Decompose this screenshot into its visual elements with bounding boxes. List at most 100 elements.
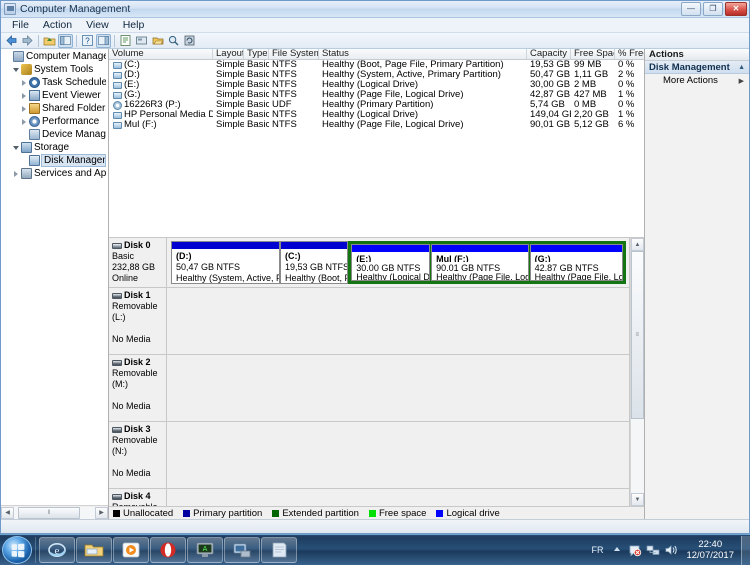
scroll-down-arrow-icon[interactable]: ▼: [631, 493, 644, 506]
volume-cell-capacity: 42,87 GB: [530, 90, 571, 100]
tree-expander-closed-icon[interactable]: [19, 77, 29, 89]
volume-row[interactable]: 16226R3 (P:) Simple Basic UDF Healthy (Prima…: [109, 100, 644, 110]
disk-info-panel[interactable]: Disk 0 Basic 232,88 GB Online: [109, 238, 167, 287]
disk-row[interactable]: Disk 0 Basic 232,88 GB Online (D:) 50,47 GB N…: [109, 238, 629, 288]
volume-cell-name: 16226R3 (P:): [109, 100, 213, 110]
close-button[interactable]: ✕: [725, 2, 747, 16]
tree-item-task-scheduler[interactable]: Task Scheduler: [1, 76, 108, 89]
disk-info-panel[interactable]: Disk 3 Removable (N:) No Media: [109, 422, 167, 488]
tree-horizontal-scrollbar[interactable]: ◀ ‖ ▶: [1, 505, 108, 519]
actions-group-disk-management[interactable]: Disk Management ▲: [645, 61, 749, 74]
back-icon[interactable]: [4, 34, 19, 48]
clock[interactable]: 22:40 12/07/2017: [686, 539, 734, 561]
partition-block[interactable]: (C:)19,53 GB NTFSHealthy (Boot, Page Fil…: [279, 241, 349, 284]
partition-block[interactable]: (E:)30,00 GB NTFSHealthy (Logical Drive): [351, 244, 431, 281]
tree-item-device-manager[interactable]: Device Manager: [1, 128, 108, 141]
tree-item-storage[interactable]: Storage: [1, 141, 108, 154]
disk-row[interactable]: Disk 2 Removable (M:) No Media: [109, 355, 629, 422]
menu-view[interactable]: View: [79, 18, 116, 32]
tree-expander-closed-icon[interactable]: [19, 116, 29, 128]
scroll-right-arrow-icon[interactable]: ▶: [95, 506, 108, 519]
partition-block[interactable]: (D:) 50,47 GB NTFS Healthy (System, Active…: [171, 241, 280, 284]
tree-item-computer-management-local[interactable]: Computer Management (Local: [1, 50, 108, 63]
taskbar-button-windows-explorer[interactable]: [76, 537, 112, 563]
maximize-button[interactable]: ❐: [703, 2, 723, 16]
disk-scroll-thumb[interactable]: ≡: [631, 251, 644, 419]
volume-row[interactable]: (G:) Simple Basic NTFS Healthy (Page File, L…: [109, 90, 644, 100]
volume-column-header-capacity[interactable]: Capacity: [527, 49, 571, 59]
zoom-icon[interactable]: [166, 34, 181, 48]
tree-item-event-viewer[interactable]: Event Viewer: [1, 89, 108, 102]
tree-expander-open-icon[interactable]: [11, 142, 21, 154]
volume-row[interactable]: (D:) Simple Basic NTFS Healthy (System, Acti…: [109, 70, 644, 80]
disk-row[interactable]: Disk 4Removable (O:)No Media: [109, 489, 629, 506]
disk-info-panel[interactable]: Disk 2 Removable (M:) No Media: [109, 355, 167, 421]
scroll-left-arrow-icon[interactable]: ◀: [1, 506, 14, 519]
partition-block[interactable]: Mul (F:) 90,01 GB NTFS Healthy (Page File,…: [431, 244, 529, 281]
tree-expander-closed-icon[interactable]: [19, 103, 29, 115]
tree-item-system-tools[interactable]: System Tools: [1, 63, 108, 76]
language-indicator[interactable]: FR: [591, 545, 603, 555]
volume-column-header-free-space[interactable]: Free Space: [571, 49, 615, 59]
menu-file[interactable]: File: [5, 18, 36, 32]
disk-view-vertical-scrollbar[interactable]: ▲ ≡ ▼: [630, 238, 644, 506]
taskbar-button-opera-browser[interactable]: [150, 537, 186, 563]
taskbar-button-internet-explorer[interactable]: e: [39, 537, 75, 563]
show-hide-console-tree-icon[interactable]: [58, 33, 73, 48]
volume-column-header-volume[interactable]: Volume: [109, 49, 213, 59]
volume-column-header-type[interactable]: Type: [244, 49, 269, 59]
show-hide-action-pane-icon[interactable]: [96, 33, 111, 48]
volume-row[interactable]: (E:) Simple Basic NTFS Healthy (Logical Driv…: [109, 80, 644, 90]
tree-scroll-track[interactable]: ‖: [14, 506, 95, 519]
taskbar-button-media-player[interactable]: [113, 537, 149, 563]
rescan-disks-icon[interactable]: [134, 34, 149, 48]
disk-row[interactable]: Disk 1 Removable (L:) No Media: [109, 288, 629, 355]
tree-item-performance[interactable]: Performance: [1, 115, 108, 128]
forward-icon[interactable]: [20, 34, 35, 48]
extended-partition-group[interactable]: (E:)30,00 GB NTFSHealthy (Logical Drive)…: [348, 241, 626, 284]
partition-block[interactable]: (G:)42,87 GB NTFSHealthy (Page File, Log…: [529, 244, 623, 281]
scroll-up-arrow-icon[interactable]: ▲: [631, 238, 644, 251]
refresh-icon[interactable]: [182, 34, 197, 48]
volume-column-header--free[interactable]: % Free: [615, 49, 644, 59]
collapse-chevron-icon[interactable]: ▲: [738, 64, 745, 71]
network-icon[interactable]: [646, 543, 660, 557]
partition-size: 30,00 GB NTFS: [356, 263, 421, 271]
start-button[interactable]: [2, 536, 32, 564]
tree-item-shared-folders[interactable]: Shared Folders: [1, 102, 108, 115]
menu-action[interactable]: Action: [36, 18, 79, 32]
volume-list[interactable]: Volume Layout Type File System Status Capacit…: [109, 49, 644, 238]
tree-item-disk-management[interactable]: Disk Management: [1, 154, 108, 167]
volume-row[interactable]: Mul (F:) Simple Basic NTFS Healthy (Page Fil…: [109, 120, 644, 130]
action-center-icon[interactable]: [628, 543, 642, 557]
disk-scroll-track[interactable]: ≡: [631, 251, 644, 493]
tree-item-services-and-applications[interactable]: Services and Applications: [1, 167, 108, 180]
taskbar-button-monitor-app[interactable]: A: [187, 537, 223, 563]
volume-column-header-status[interactable]: Status: [319, 49, 527, 59]
disk-info-panel[interactable]: Disk 4Removable (O:)No Media: [109, 489, 167, 506]
show-hidden-icons-icon[interactable]: [610, 543, 624, 557]
window-titlebar[interactable]: Computer Management — ❐ ✕: [1, 1, 749, 18]
volume-icon[interactable]: [664, 543, 678, 557]
tree-expander-open-icon[interactable]: [11, 64, 21, 76]
menu-help[interactable]: Help: [116, 18, 152, 32]
disk-info-panel[interactable]: Disk 1 Removable (L:) No Media: [109, 288, 167, 354]
tree-expander-closed-icon[interactable]: [19, 90, 29, 102]
help-icon[interactable]: ?: [80, 34, 95, 48]
show-desktop-button[interactable]: [741, 535, 750, 565]
volume-row[interactable]: HP Personal Media Drive (K:)SimpleBasicN…: [109, 110, 644, 120]
disk-row[interactable]: Disk 3 Removable (N:) No Media: [109, 422, 629, 489]
volume-column-header-file-system[interactable]: File System: [269, 49, 319, 59]
open-icon[interactable]: [150, 34, 165, 48]
taskbar-button-computer-management[interactable]: [224, 537, 260, 563]
up-folder-icon[interactable]: [42, 34, 57, 48]
volume-column-header-layout[interactable]: Layout: [213, 49, 244, 59]
tree-scroll-thumb[interactable]: ‖: [18, 506, 80, 519]
volume-row[interactable]: (C:) Simple Basic NTFS Healthy (Boot, Page F…: [109, 60, 644, 70]
tree-expander-closed-icon[interactable]: [11, 168, 21, 180]
minimize-button[interactable]: —: [681, 2, 701, 16]
volume-cell-fs: NTFS: [272, 110, 297, 120]
action-more-actions[interactable]: More Actions ▶: [645, 74, 749, 87]
properties-icon[interactable]: [118, 34, 133, 48]
taskbar-button-notepad[interactable]: [261, 537, 297, 563]
